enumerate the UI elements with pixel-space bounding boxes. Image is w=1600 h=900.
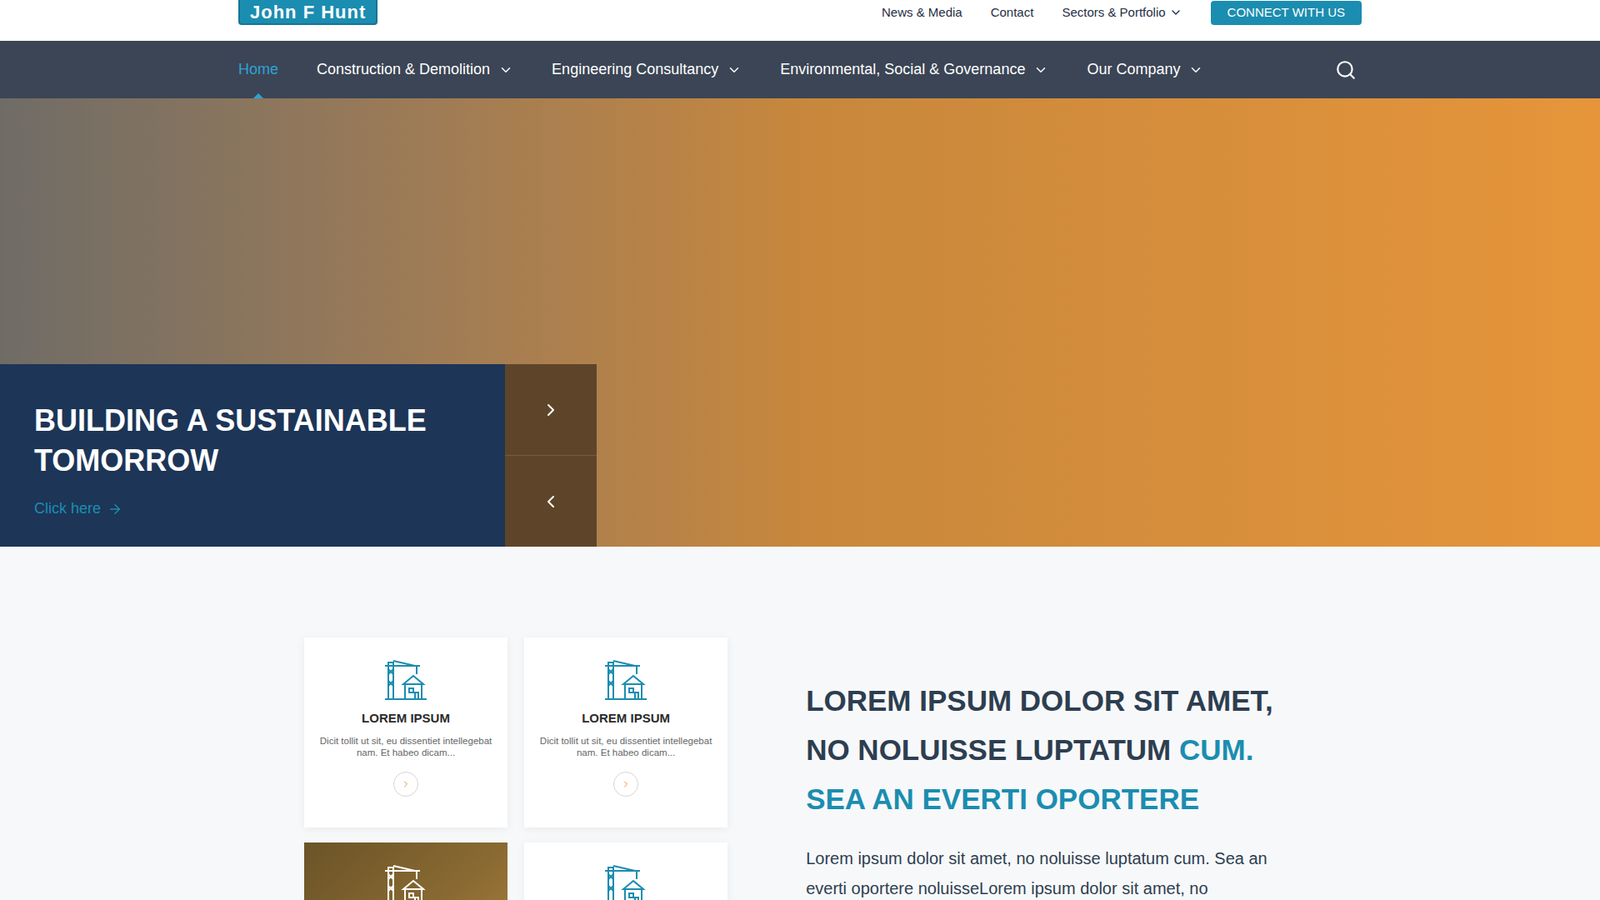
intro-section: LOREM IPSUM Dicit tollit ut sit, eu disse… xyxy=(0,546,1600,900)
card-title: LOREM IPSUM xyxy=(361,709,450,729)
top-bar: John F Hunt News & Media Contact Sectors & … xyxy=(0,0,1600,41)
card-more-button[interactable] xyxy=(613,771,639,797)
active-indicator xyxy=(253,93,264,99)
chevron-down-icon xyxy=(1169,5,1183,20)
chevron-right-icon xyxy=(540,400,561,420)
intro-body: Lorem ipsum dolor sit amet, no noluisse … xyxy=(805,843,1296,900)
nav-item[interactable]: Construction & Demolition xyxy=(316,40,514,99)
card-title: LOREM IPSUM xyxy=(581,709,670,729)
crane-building-icon xyxy=(603,862,649,900)
hero-link[interactable]: Click here xyxy=(34,497,485,520)
top-link[interactable]: Contact xyxy=(990,3,1035,23)
card-grid: LOREM IPSUM Dicit tollit ut sit, eu disse… xyxy=(304,637,728,900)
nav-item[interactable]: Our Company xyxy=(1086,40,1204,99)
logo[interactable]: John F Hunt xyxy=(238,0,378,25)
nav-item[interactable]: Engineering Consultancy xyxy=(551,40,742,99)
card-text: Dicit tollit ut sit, eu dissentiet intel… xyxy=(304,735,508,759)
main-nav: Home Construction & Demolition Engineering… xyxy=(0,40,1600,99)
top-link[interactable]: Sectors & Portfolio xyxy=(1061,3,1182,23)
chevron-down-icon xyxy=(1188,62,1204,78)
arrow-right-icon xyxy=(107,501,123,517)
top-link[interactable]: News & Media xyxy=(881,3,963,23)
card-more-button[interactable] xyxy=(393,771,419,797)
intro-heading: LOREM IPSUM DOLOR SIT AMET,NO NOLUISSE L… xyxy=(805,675,1296,824)
hero-title: BUILDING A SUSTAINABLE TOMORROW xyxy=(34,400,485,481)
service-card[interactable]: LOREM IPSUM Dicit tollit ut sit, eu disse… xyxy=(524,637,728,828)
hero: BUILDING A SUSTAINABLE TOMORROW Click her… xyxy=(0,98,1600,547)
chevron-down-icon xyxy=(726,62,742,78)
page: John F Hunt News & Media Contact Sectors & … xyxy=(0,0,1600,900)
search-icon[interactable] xyxy=(1335,59,1357,81)
connect-button[interactable]: CONNECT WITH US xyxy=(1210,0,1362,25)
next-slide-button[interactable] xyxy=(505,364,597,456)
chevron-right-icon xyxy=(620,779,631,790)
photo-card[interactable] xyxy=(304,842,508,900)
hero-caption: BUILDING A SUSTAINABLE TOMORROW Click her… xyxy=(0,364,505,547)
chevron-left-icon xyxy=(540,491,561,512)
crane-building-icon xyxy=(383,657,429,703)
crane-building-icon xyxy=(383,862,429,900)
service-card[interactable]: LOREM IPSUM Dicit tollit ut sit, eu disse… xyxy=(304,637,508,828)
icon-card[interactable] xyxy=(524,842,728,900)
crane-building-icon xyxy=(603,657,649,703)
nav-item[interactable]: Home xyxy=(238,40,279,99)
chevron-right-icon xyxy=(400,779,411,790)
chevron-down-icon xyxy=(498,62,514,78)
nav-item[interactable]: Environmental, Social & Governance xyxy=(780,40,1049,99)
prev-slide-button[interactable] xyxy=(505,455,597,547)
card-text: Dicit tollit ut sit, eu dissentiet intel… xyxy=(524,735,728,759)
chevron-down-icon xyxy=(1033,62,1049,78)
